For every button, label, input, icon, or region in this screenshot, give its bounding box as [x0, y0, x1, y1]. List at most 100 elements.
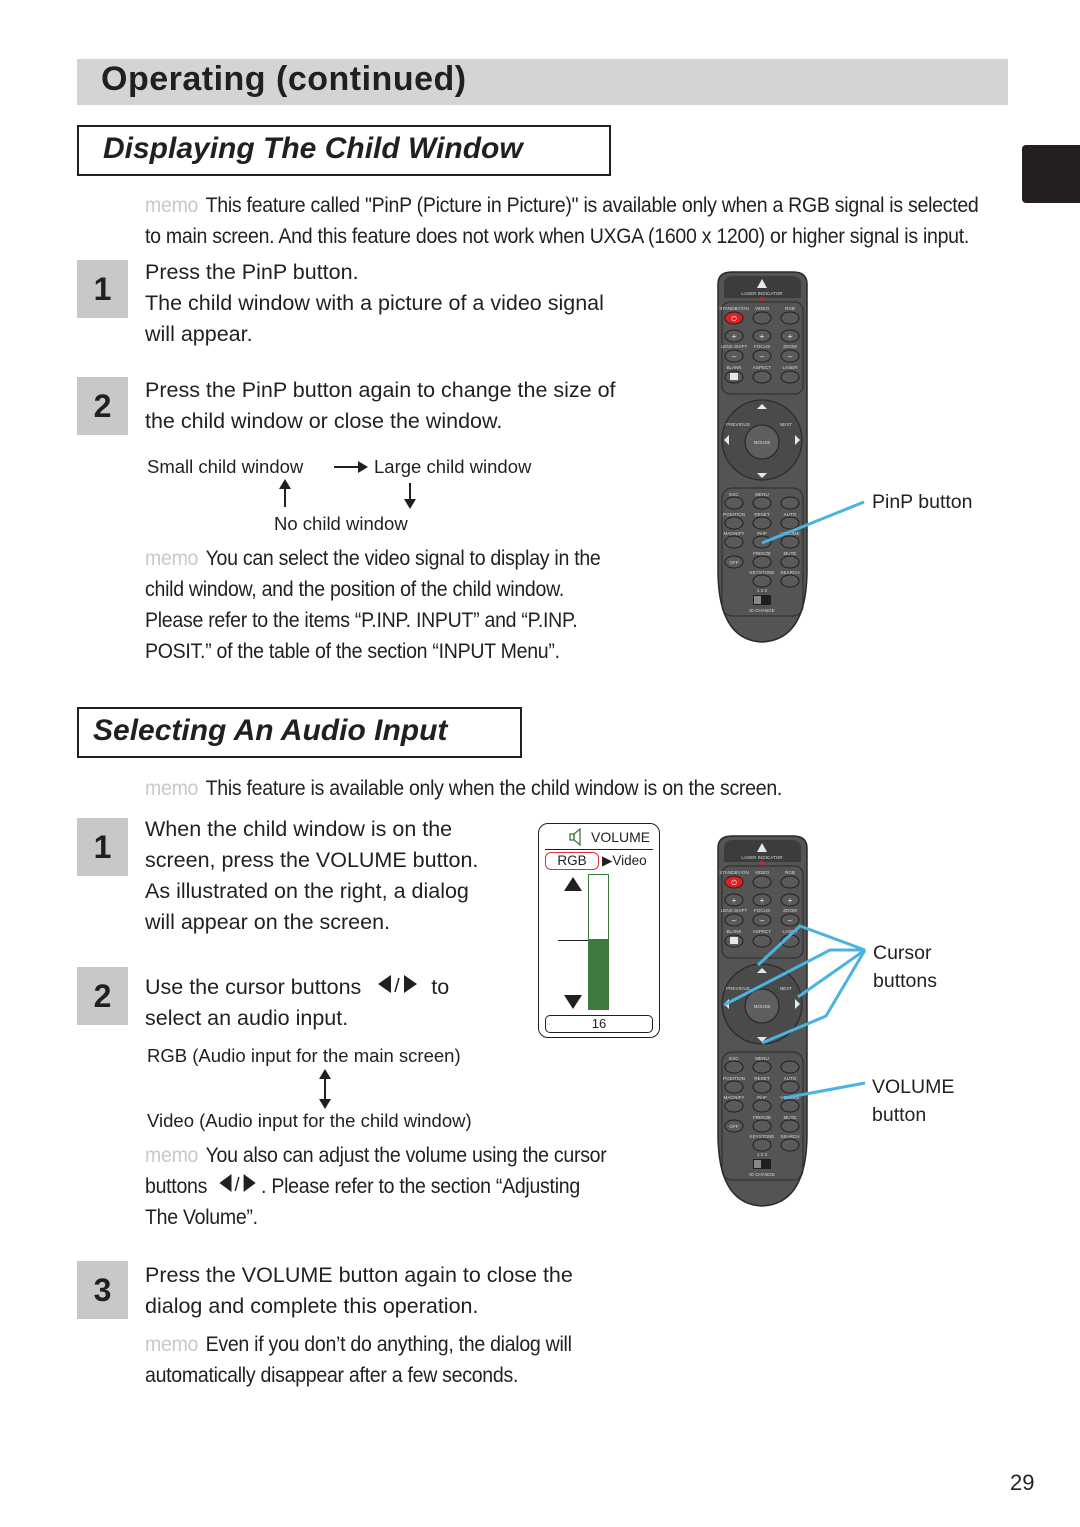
remote-label: NEXT [780, 422, 792, 427]
input-option-label: Video [612, 853, 647, 868]
audio-step-2-text: Use the cursor buttons to select an audi… [145, 972, 449, 1034]
plus-icon: + [788, 896, 793, 905]
laser-indicator-led [760, 861, 764, 865]
blank-icon [730, 373, 738, 380]
input-option-rgb-selected[interactable]: RGB [545, 852, 599, 870]
minus-icon: – [788, 352, 793, 361]
remote-button [780, 1138, 800, 1152]
arrow-down-icon [404, 483, 416, 509]
plus-icon: + [760, 332, 765, 341]
remote-button [724, 496, 744, 510]
step-number: 2 [77, 967, 128, 1025]
id-switch-knob [754, 596, 761, 604]
memo-text: You also can adjust the volume using the… [205, 1144, 607, 1167]
page-title: Operating (continued) [101, 60, 467, 98]
laser-indicator-led [760, 297, 764, 301]
remote-button [780, 370, 800, 384]
remote-label: ID CHANGE [749, 608, 775, 613]
remote-label: VIDEO [755, 870, 770, 875]
remote-button [780, 555, 800, 569]
speaker-icon [569, 828, 581, 846]
step-text-part: to [431, 975, 450, 999]
remote-label: ZOOM [783, 908, 797, 913]
callout-cursor-buttons: Cursor buttons [873, 939, 937, 995]
remote-button [780, 311, 800, 325]
arrow-right-icon [334, 461, 368, 473]
remote-label: OFF [729, 560, 738, 565]
step-number: 1 [77, 260, 128, 318]
memo-text: This feature called "PinP (Picture in Pi… [205, 194, 979, 217]
step-line: Press the VOLUME button again to close t… [145, 1263, 573, 1287]
level-marker [558, 940, 588, 941]
memo-text: child window, and the position of the ch… [145, 578, 564, 601]
remote-control-illustration-1: LASER INDICATOR STANDBY/ON VIDEO RGB ⏻ + + + LEN… [710, 270, 815, 655]
volume-value: 16 [545, 1015, 653, 1033]
remote-button [752, 875, 772, 889]
section-heading-audio-input: Selecting An Audio Input [77, 707, 522, 758]
callout-pinp-button: PinP button [872, 491, 973, 513]
remote-button [780, 574, 800, 588]
remote-label: LASER [782, 365, 798, 370]
plus-icon: + [788, 332, 793, 341]
remote-label: 1 2 3 [757, 588, 768, 593]
section-title: Displaying The Child Window [103, 132, 523, 165]
step-line: dialog and complete this operation. [145, 1294, 479, 1318]
step-text-part: Use the cursor buttons [145, 975, 362, 999]
page-number: 29 [1010, 1470, 1035, 1495]
memo-text: You can select the video signal to displ… [205, 547, 601, 570]
step-line: select an audio input. [145, 1006, 349, 1030]
power-icon: ⏻ [731, 315, 737, 323]
remote-label: ZOOM [783, 344, 797, 349]
power-icon: ⏻ [731, 879, 737, 887]
remote-control: LASER INDICATOR STANDBY/ON VIDEO RGB ⏻ + + + LEN… [717, 271, 808, 643]
callout-text: Cursor [873, 942, 932, 964]
flow-none: No child window [274, 513, 408, 534]
remote-button [752, 555, 772, 569]
memo-text: buttons [145, 1175, 208, 1198]
memo-text: automatically disappear after a few seco… [145, 1364, 519, 1387]
volume-up-icon [564, 877, 582, 891]
remote-label: KEYSTONE [750, 570, 775, 575]
step-number: 3 [77, 1261, 128, 1319]
remote-label: SEARCH [780, 570, 799, 575]
memo-video-signal: memo You can select the video signal to d… [145, 543, 601, 667]
audio-step-1-text: When the child window is on the screen, … [145, 814, 478, 938]
memo-pinp: memo This feature called "PinP (Picture i… [145, 190, 979, 221]
section-heading-child-window: Displaying The Child Window [77, 125, 611, 176]
remote-label: FOCUS [754, 908, 770, 913]
memo-label: memo [145, 1144, 199, 1167]
memo-text: Even if you don’t do anything, the dialo… [205, 1333, 572, 1356]
step-line: Use the cursor buttons to [145, 972, 449, 1003]
divider [545, 849, 653, 850]
volume-level-bar[interactable] [588, 874, 609, 1010]
cursor-left-right-icon [218, 1171, 257, 1202]
remote-label: RGB [785, 870, 795, 875]
step-line: will appear. [145, 322, 253, 346]
remote-button [752, 574, 772, 588]
remote-label: ASPECT [753, 365, 772, 370]
remote-label: 1 2 3 [757, 1152, 768, 1157]
remote-label: LENS SHIFT [721, 344, 748, 349]
plus-icon: + [732, 332, 737, 341]
remote-button [780, 875, 800, 889]
volume-down-icon [564, 995, 582, 1009]
plus-icon: + [760, 896, 765, 905]
step-line: Press the PinP button. [145, 260, 359, 284]
callout-text: button [872, 1104, 927, 1126]
minus-icon: – [732, 352, 737, 361]
volume-dialog: VOLUME RGB ▶Video 16 [538, 823, 660, 1038]
callout-text: VOLUME [872, 1076, 955, 1098]
flow-arrows [279, 461, 416, 509]
remote-label: FREEZE [753, 551, 771, 556]
remote-button [724, 516, 744, 530]
input-option-video[interactable]: ▶Video [602, 853, 647, 869]
memo-label: memo [145, 547, 199, 570]
remote-label: POSITION [723, 512, 745, 517]
step-line: As illustrated on the right, a dialog [145, 879, 469, 903]
flow-rgb: RGB (Audio input for the main screen) [147, 1045, 461, 1066]
remote-label: LENS SHIFT [721, 908, 748, 913]
callout-line-pinp [761, 500, 865, 545]
remote-label: STANDBY/ON [719, 870, 749, 875]
step-line: The child window with a picture of a vid… [145, 291, 604, 315]
memo-dialog-disappear: memo Even if you don’t do anything, the d… [145, 1329, 572, 1391]
